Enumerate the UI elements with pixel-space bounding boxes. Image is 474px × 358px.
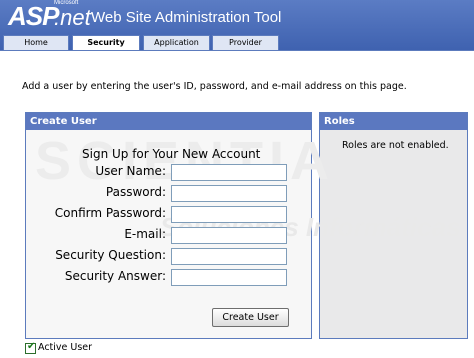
tab-bar: Home Security Application Provider (0, 35, 474, 51)
checkmark-icon: ✔ (27, 341, 36, 352)
create-user-heading: Create User (26, 113, 311, 130)
watermark-line1: SCIENTIA (35, 131, 336, 191)
signup-title: Sign Up for Your New Account (82, 147, 261, 161)
intro-text: Add a user by entering the user's ID, pa… (22, 81, 407, 92)
active-user-label: Active User (38, 342, 93, 353)
tab-security[interactable]: Security (72, 35, 140, 51)
password-label: Password: (105, 185, 166, 199)
roles-message: Roles are not enabled. (342, 140, 449, 151)
app-header: ASP Microsoft .net Web Site Administrati… (0, 0, 474, 51)
confirm-password-label: Confirm Password: (54, 206, 166, 220)
security-answer-input[interactable] (171, 269, 287, 286)
active-user-checkbox[interactable]: ✔ (25, 341, 36, 354)
roles-heading: Roles (320, 113, 467, 130)
logo-asp-text: ASP (8, 1, 59, 31)
app-title: Web Site Administration Tool (91, 9, 282, 26)
tab-underline (0, 50, 474, 56)
user-name-label: User Name: (95, 164, 166, 178)
email-input[interactable] (171, 227, 287, 244)
logo-net-text: .net (54, 5, 91, 30)
tab-provider[interactable]: Provider (212, 35, 279, 50)
user-name-input[interactable] (171, 164, 287, 181)
tab-home[interactable]: Home (3, 35, 69, 50)
create-user-button[interactable]: Create User (212, 308, 289, 327)
security-answer-label: Security Answer: (64, 269, 166, 283)
security-question-input[interactable] (171, 248, 287, 265)
password-input[interactable] (171, 185, 287, 202)
email-label: E-mail: (124, 227, 166, 241)
security-question-label: Security Question: (55, 248, 166, 262)
confirm-password-input[interactable] (171, 206, 287, 223)
tab-application[interactable]: Application (143, 35, 210, 50)
